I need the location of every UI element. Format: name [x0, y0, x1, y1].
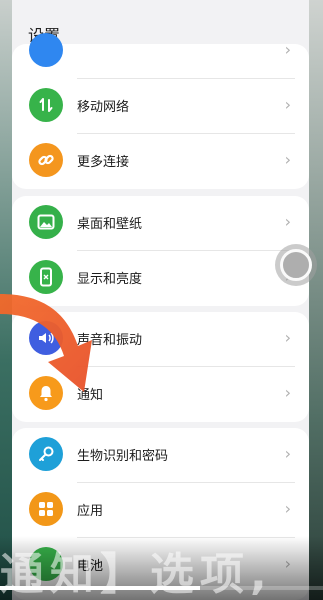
- settings-item-label: 桌面和壁纸: [77, 217, 143, 232]
- key-icon: [29, 437, 63, 471]
- mobile-data-icon: [29, 88, 63, 122]
- video-progress-bar[interactable]: [0, 586, 323, 590]
- partial-blue-icon: [29, 33, 63, 67]
- settings-item-label: 移动网络: [77, 100, 130, 115]
- settings-item-biometrics-password[interactable]: 生物识别和密码 ›: [12, 428, 309, 483]
- image-icon: [29, 205, 63, 239]
- tutorial-arrow-icon: [0, 294, 92, 392]
- chevron-right-icon: ›: [284, 212, 291, 231]
- video-background-right: [309, 0, 323, 600]
- apps-icon: [29, 492, 63, 526]
- settings-item-partial[interactable]: ›: [12, 24, 309, 79]
- video-progress-fill: [0, 586, 201, 590]
- assistive-touch-button[interactable]: [275, 244, 317, 286]
- chevron-right-icon: ›: [284, 40, 291, 59]
- chevron-right-icon: ›: [284, 499, 291, 518]
- settings-item-desktop-wallpaper[interactable]: 桌面和壁纸 ›: [12, 196, 309, 251]
- chevron-right-icon: ›: [284, 383, 291, 402]
- settings-item-label: 生物识别和密码: [77, 449, 169, 464]
- chevron-right-icon: ›: [284, 95, 291, 114]
- settings-item-label: 更多连接: [77, 155, 130, 170]
- settings-item-more-connections[interactable]: 更多连接 ›: [12, 134, 309, 189]
- chevron-right-icon: ›: [284, 328, 291, 347]
- chevron-right-icon: ›: [284, 444, 291, 463]
- settings-group-network: › 移动网络 › 更多连接 ›: [12, 33, 309, 189]
- settings-item-label: 应用: [77, 504, 104, 519]
- chevron-right-icon: ›: [284, 150, 291, 169]
- settings-item-apps[interactable]: 应用 ›: [12, 483, 309, 538]
- settings-item-mobile-network[interactable]: 移动网络 ›: [12, 79, 309, 134]
- link-icon: [29, 143, 63, 177]
- assistive-touch-icon: [280, 249, 312, 281]
